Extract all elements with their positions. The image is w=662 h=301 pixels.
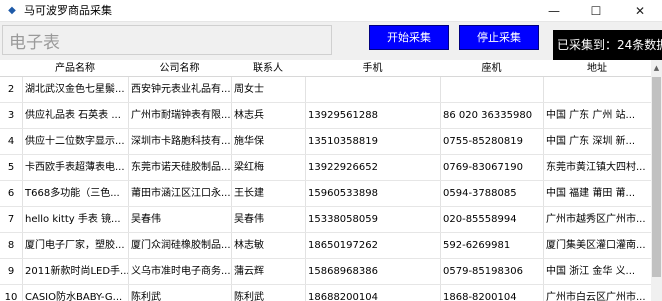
mobile-cell[interactable]: 18688200104 — [305, 285, 440, 301]
table-row[interactable]: 10 CASIO防水BABY-G... 陈利武 陈利武 18688200104 1868-… — [0, 285, 652, 301]
data-table[interactable]: 产品名称 公司名称 联系人 手机 座机 地址 2 湖北武汉金色七星鬃... 西安钟元… — [0, 60, 662, 301]
contact-cell[interactable]: 王长建 — [231, 181, 305, 206]
contact-cell[interactable]: 梁红梅 — [231, 155, 305, 180]
product-name-cell[interactable]: 卡西欧手表超薄表电... — [22, 155, 128, 180]
header-contact[interactable]: 联系人 — [231, 60, 305, 77]
product-name-cell[interactable]: 供应礼品表 石英表 ... — [22, 103, 128, 128]
keyword-input[interactable] — [2, 25, 332, 55]
mobile-cell[interactable]: 13510358819 — [305, 129, 440, 154]
address-cell[interactable]: 东莞市黄江镇大四村... — [543, 155, 651, 180]
row-number[interactable]: 6 — [0, 181, 22, 206]
landline-cell[interactable]: 1868-8200104 — [440, 285, 543, 301]
product-name-cell[interactable]: 供应十二位数字显示... — [22, 129, 128, 154]
company-name-cell[interactable]: 莆田市涵江区江口永... — [128, 181, 231, 206]
scroll-up-arrow-icon[interactable]: ▲ — [651, 60, 662, 77]
collected-count-label: 已采集到：24条数据 — [553, 30, 662, 60]
product-name-cell[interactable]: 湖北武汉金色七星鬃... — [22, 77, 128, 102]
mobile-cell[interactable] — [305, 77, 440, 102]
table-row[interactable]: 3 供应礼品表 石英表 ... 广州市耐瑞钟表有限... 林志兵 13929561288… — [0, 103, 652, 129]
address-cell[interactable]: 广州市越秀区广州市... — [543, 207, 651, 232]
mobile-cell[interactable]: 15960533898 — [305, 181, 440, 206]
close-icon[interactable]: ✕ — [620, 0, 660, 22]
product-name-cell[interactable]: CASIO防水BABY-G... — [22, 285, 128, 301]
product-name-cell[interactable]: hello kitty 手表 镜... — [22, 207, 128, 232]
address-cell[interactable]: 广州市白云区广州市... — [543, 285, 651, 301]
company-name-cell[interactable]: 广州市耐瑞钟表有限... — [128, 103, 231, 128]
contact-cell[interactable]: 吴春伟 — [231, 207, 305, 232]
minimize-icon[interactable]: — — [534, 0, 574, 22]
company-name-cell[interactable]: 深圳市卡路胞科技有... — [128, 129, 231, 154]
toolbar: 开始采集 停止采集 已采集到：24条数据 — [0, 22, 662, 60]
landline-cell[interactable]: 86 020 36335980 — [440, 103, 543, 128]
landline-cell[interactable]: 0579-85198306 — [440, 259, 543, 284]
company-name-cell[interactable]: 厦门众润硅橡胶制品... — [128, 233, 231, 258]
company-name-cell[interactable]: 陈利武 — [128, 285, 231, 301]
header-product-name[interactable]: 产品名称 — [22, 60, 128, 77]
product-name-cell[interactable]: 厦门电子厂家，塑胶... — [22, 233, 128, 258]
company-name-cell[interactable]: 东莞市诺天硅胶制品... — [128, 155, 231, 180]
mobile-cell[interactable]: 13929561288 — [305, 103, 440, 128]
product-name-cell[interactable]: T668多功能（三色... — [22, 181, 128, 206]
mobile-cell[interactable]: 18650197262 — [305, 233, 440, 258]
row-number[interactable]: 5 — [0, 155, 22, 180]
row-number[interactable]: 3 — [0, 103, 22, 128]
address-cell[interactable]: 中国 广东 广州 站... — [543, 103, 651, 128]
scrollbar-thumb[interactable] — [652, 77, 661, 277]
mobile-cell[interactable]: 15868968386 — [305, 259, 440, 284]
row-number[interactable]: 7 — [0, 207, 22, 232]
table-row[interactable]: 5 卡西欧手表超薄表电... 东莞市诺天硅胶制品... 梁红梅 13922926652 0… — [0, 155, 652, 181]
title-bar: ◆ 马可波罗商品采集 — ☐ ✕ — [0, 0, 662, 22]
maximize-icon[interactable]: ☐ — [576, 0, 616, 22]
start-collect-button[interactable]: 开始采集 — [369, 25, 449, 50]
contact-cell[interactable]: 陈利武 — [231, 285, 305, 301]
table-row[interactable]: 2 湖北武汉金色七星鬃... 西安钟元表业礼品有... 周女士 — [0, 77, 652, 103]
stop-collect-button[interactable]: 停止采集 — [459, 25, 539, 50]
row-number[interactable]: 9 — [0, 259, 22, 284]
vertical-scrollbar[interactable]: ▲ — [651, 60, 662, 301]
contact-cell[interactable]: 林志兵 — [231, 103, 305, 128]
row-number[interactable]: 2 — [0, 77, 22, 102]
contact-cell[interactable]: 周女士 — [231, 77, 305, 102]
address-cell[interactable]: 中国 浙江 金华 义... — [543, 259, 651, 284]
address-cell[interactable]: 中国 福建 莆田 莆... — [543, 181, 651, 206]
mobile-cell[interactable]: 13922926652 — [305, 155, 440, 180]
contact-cell[interactable]: 施华保 — [231, 129, 305, 154]
table-row[interactable]: 8 厦门电子厂家，塑胶... 厦门众润硅橡胶制品... 林志敏 18650197262 5… — [0, 233, 652, 259]
company-name-cell[interactable]: 义乌市准时电子商务... — [128, 259, 231, 284]
row-number[interactable]: 4 — [0, 129, 22, 154]
landline-cell[interactable] — [440, 77, 543, 102]
address-cell[interactable]: 厦门集美区灌口灌南... — [543, 233, 651, 258]
landline-cell[interactable]: 0594-3788085 — [440, 181, 543, 206]
product-name-cell[interactable]: 2011新款时尚LED手... — [22, 259, 128, 284]
window-title: 马可波罗商品采集 — [24, 4, 112, 17]
contact-cell[interactable]: 林志敏 — [231, 233, 305, 258]
row-number[interactable]: 8 — [0, 233, 22, 258]
landline-cell[interactable]: 0755-85280819 — [440, 129, 543, 154]
app-icon: ◆ — [8, 5, 16, 16]
landline-cell[interactable]: 592-6269981 — [440, 233, 543, 258]
table-row[interactable]: 9 2011新款时尚LED手... 义乌市准时电子商务... 蒲云辉 158689683… — [0, 259, 652, 285]
table-row[interactable]: 4 供应十二位数字显示... 深圳市卡路胞科技有... 施华保 13510358819 0… — [0, 129, 652, 155]
contact-cell[interactable]: 蒲云辉 — [231, 259, 305, 284]
mobile-cell[interactable]: 15338058059 — [305, 207, 440, 232]
header-address[interactable]: 地址 — [543, 60, 651, 77]
header-landline[interactable]: 座机 — [440, 60, 543, 77]
table-row[interactable]: 7 hello kitty 手表 镜... 吴春伟 吴春伟 15338058059 020… — [0, 207, 652, 233]
header-company-name[interactable]: 公司名称 — [128, 60, 231, 77]
row-number[interactable]: 10 — [0, 285, 22, 301]
landline-cell[interactable]: 0769-83067190 — [440, 155, 543, 180]
company-name-cell[interactable]: 西安钟元表业礼品有... — [128, 77, 231, 102]
header-rownum[interactable] — [0, 60, 22, 77]
company-name-cell[interactable]: 吴春伟 — [128, 207, 231, 232]
address-cell[interactable]: 中国 广东 深圳 新... — [543, 129, 651, 154]
address-cell[interactable] — [543, 77, 651, 102]
table-header: 产品名称 公司名称 联系人 手机 座机 地址 — [0, 60, 652, 77]
table-row[interactable]: 6 T668多功能（三色... 莆田市涵江区江口永... 王长建 15960533898… — [0, 181, 652, 207]
header-mobile[interactable]: 手机 — [305, 60, 440, 77]
landline-cell[interactable]: 020-85558994 — [440, 207, 543, 232]
